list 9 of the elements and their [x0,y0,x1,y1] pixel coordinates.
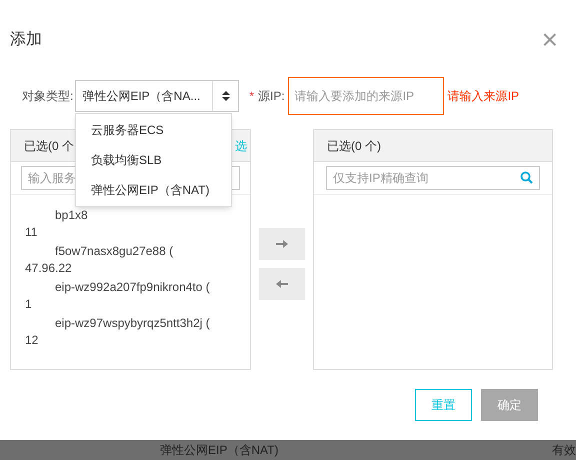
dialog-title: 添加 [10,30,42,50]
row-text: 有效 [552,442,576,459]
required-mark: * [249,88,254,105]
ip-error-text: 请输入来源IP [448,88,520,105]
ip-label: 源IP: [258,88,285,105]
panel-header: 已选(0 个 [24,138,74,154]
row-text: 弹性公网EIP（含NAT) [160,442,278,459]
panel-header: 已选(0 个) [327,138,381,154]
type-label: 对象类型: [22,88,74,105]
